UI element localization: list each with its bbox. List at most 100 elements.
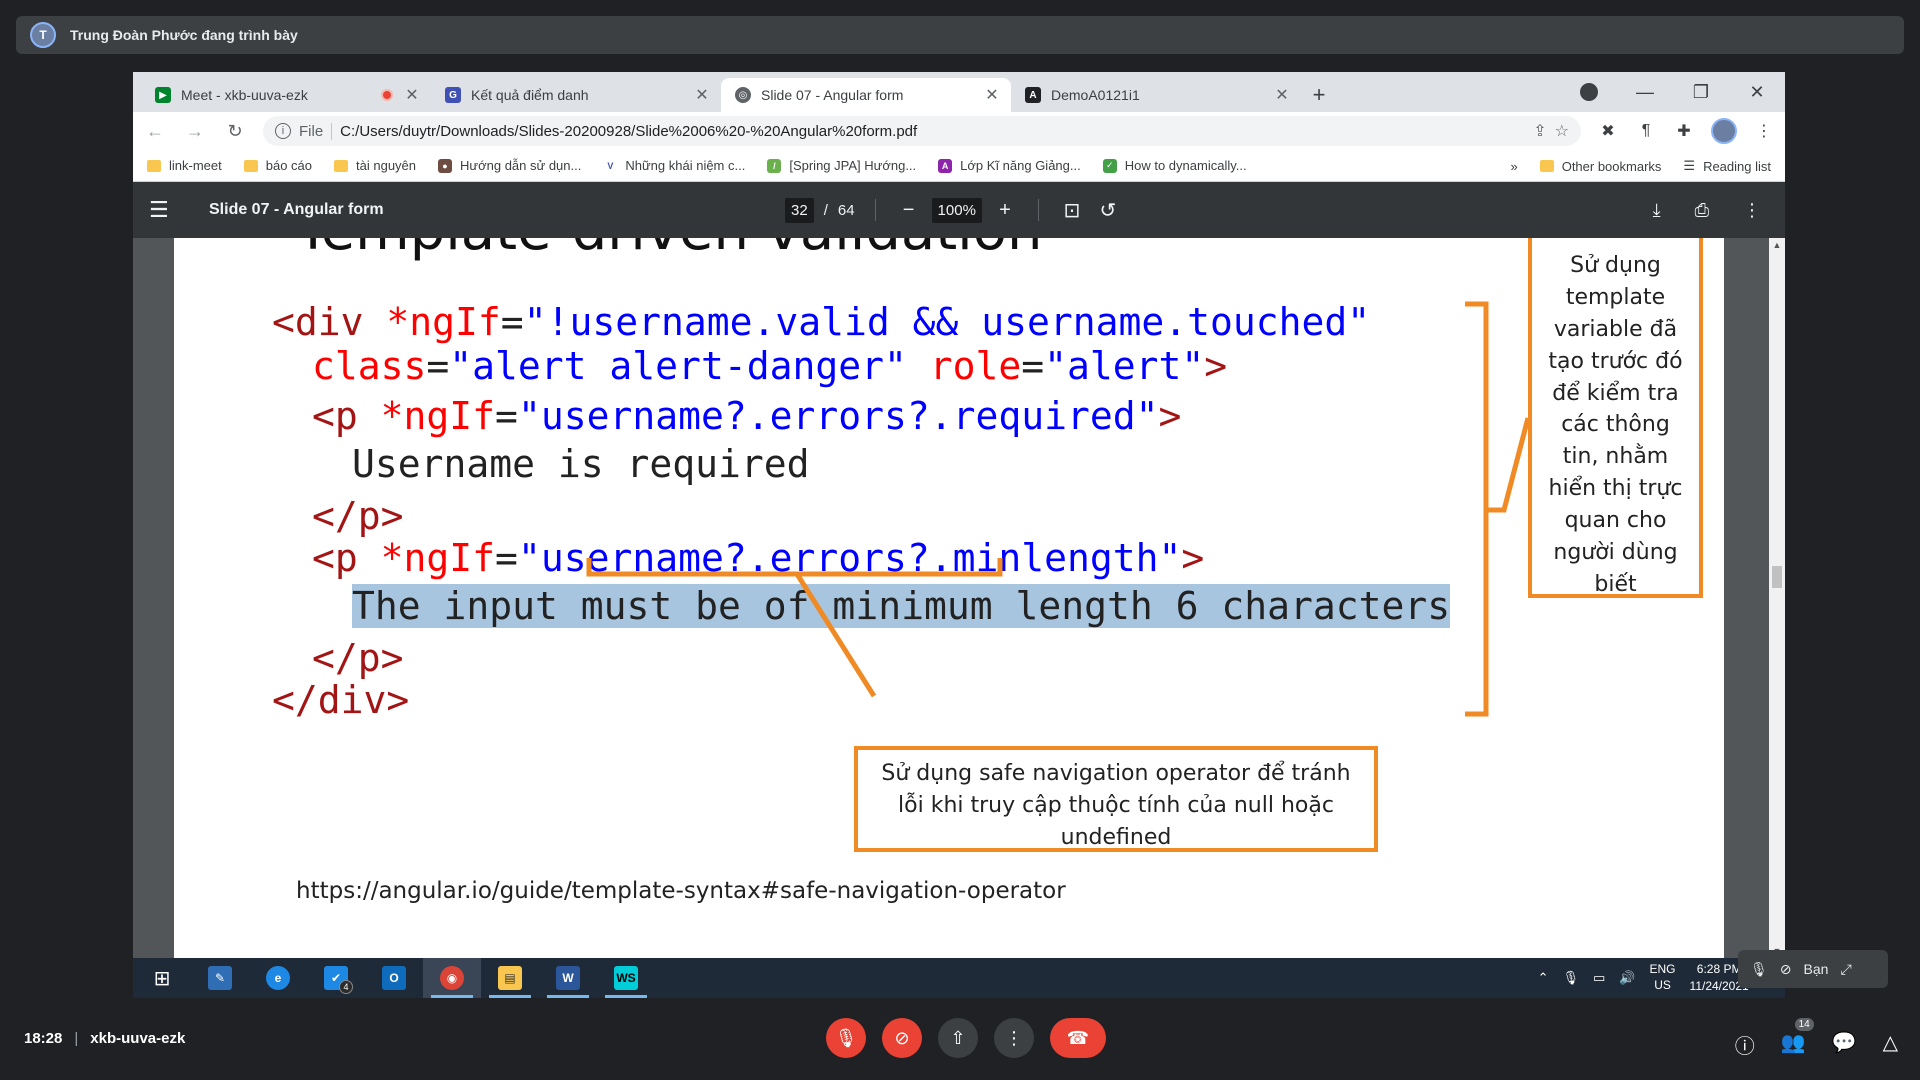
battery-icon[interactable]: ▭ bbox=[1593, 970, 1605, 986]
bookmark-khai-niem[interactable]: V Những khái niệm c... bbox=[603, 158, 745, 173]
tab-demo[interactable]: A DemoA0121i1 ✕ bbox=[1011, 78, 1301, 112]
language-indicator[interactable]: ENG US bbox=[1650, 962, 1676, 993]
zoom-level-input[interactable]: 100% bbox=[931, 197, 982, 223]
separator: | bbox=[74, 1030, 79, 1047]
present-button[interactable]: ⇧ bbox=[938, 1018, 978, 1058]
todo-icon[interactable]: ✔ 4 bbox=[307, 958, 365, 998]
chrome-icon[interactable]: ◉ bbox=[423, 958, 481, 998]
tab-attendance-results[interactable]: G Kết quả điểm danh ✕ bbox=[431, 78, 721, 112]
new-tab-button[interactable]: + bbox=[1301, 78, 1337, 112]
restore-icon[interactable]: ❐ bbox=[1673, 82, 1729, 103]
word-icon[interactable]: W bbox=[539, 958, 597, 998]
webstorm-icon[interactable]: WS bbox=[597, 958, 655, 998]
bookmark-label: Other bookmarks bbox=[1561, 158, 1662, 174]
info-icon[interactable]: ⓘ bbox=[1735, 1030, 1755, 1059]
profile-avatar[interactable] bbox=[1711, 118, 1737, 144]
tab-search-icon[interactable] bbox=[1580, 83, 1598, 101]
leave-call-button[interactable]: ☎ bbox=[1050, 1018, 1106, 1058]
zoom-out-icon[interactable]: − bbox=[896, 199, 922, 222]
volume-icon[interactable]: 🔊 bbox=[1619, 970, 1635, 986]
mic-toggle-button[interactable]: 🎙 bbox=[826, 1018, 866, 1058]
divider bbox=[1037, 199, 1039, 221]
outlook-icon[interactable]: O bbox=[365, 958, 423, 998]
info-icon[interactable]: i bbox=[275, 123, 291, 139]
camera-toggle-button[interactable]: ⊘ bbox=[882, 1018, 922, 1058]
chat-icon[interactable]: 💬 bbox=[1832, 1030, 1857, 1059]
more-options-button[interactable]: ⋮ bbox=[994, 1018, 1034, 1058]
url-text[interactable]: C:/Users/duytr/Downloads/Slides-20200928… bbox=[340, 123, 1525, 140]
minimize-icon[interactable]: — bbox=[1617, 82, 1673, 103]
scroll-up-icon[interactable]: ▲ bbox=[1769, 240, 1785, 250]
omnibox[interactable]: i File C:/Users/duytr/Downloads/Slides-2… bbox=[263, 116, 1581, 146]
more-bookmarks-chevron[interactable]: » bbox=[1510, 159, 1517, 174]
scrollbar-thumb[interactable] bbox=[1772, 566, 1782, 588]
bookmark-label: link-meet bbox=[169, 158, 222, 173]
meeting-info: 18:28 | xkb-uuva-ezk bbox=[24, 1030, 185, 1047]
bookmark-label: Hướng dẫn sử dụn... bbox=[460, 158, 582, 173]
bookmark-bao-cao[interactable]: báo cáo bbox=[243, 158, 312, 173]
microphone-icon[interactable]: 🎙 bbox=[1563, 970, 1580, 986]
bookmark-lop-ki-nang[interactable]: A Lớp Kĩ năng Giảng... bbox=[938, 158, 1081, 173]
tab-title: DemoA0121i1 bbox=[1051, 87, 1140, 103]
activities-icon[interactable]: △ bbox=[1883, 1030, 1898, 1059]
reading-list-icon: ☰ bbox=[1683, 158, 1696, 173]
back-icon[interactable]: ← bbox=[143, 121, 167, 142]
share-icon[interactable]: ⇪ bbox=[1533, 121, 1546, 141]
print-icon[interactable]: ⎙ bbox=[1695, 200, 1709, 221]
close-icon[interactable]: ✕ bbox=[983, 85, 1001, 105]
bookmark-spring-jpa[interactable]: / [Spring JPA] Hướng... bbox=[767, 158, 916, 173]
close-window-icon[interactable]: ✕ bbox=[1729, 82, 1785, 103]
self-view-tile[interactable]: 🎙 ⊘ Bạn ⤢ bbox=[1738, 950, 1888, 988]
site-icon: ● bbox=[438, 158, 453, 173]
people-button[interactable]: 👥 14 bbox=[1781, 1018, 1814, 1059]
folder-icon bbox=[334, 159, 349, 172]
pilcrow-extension-icon[interactable]: ¶ bbox=[1635, 122, 1657, 140]
pdf-page-zoom-controls: 32 / 64 − 100% + ⊡ ↺ bbox=[785, 182, 1121, 238]
reading-list[interactable]: ☰ Reading list bbox=[1683, 158, 1771, 174]
pen-app-icon[interactable]: ✎ bbox=[191, 958, 249, 998]
bookmark-label: How to dynamically... bbox=[1124, 158, 1247, 173]
bookmark-label: tài nguyên bbox=[356, 158, 417, 173]
zoom-in-icon[interactable]: + bbox=[992, 199, 1018, 222]
windows-start-icon[interactable]: ⊞ bbox=[133, 958, 191, 998]
address-bar: ← → ↻ i File C:/Users/duytr/Downloads/Sl… bbox=[133, 112, 1785, 150]
reload-icon[interactable]: ↻ bbox=[223, 121, 247, 142]
tab-title: Slide 07 - Angular form bbox=[761, 87, 904, 103]
extension-icon[interactable]: ✖ bbox=[1597, 121, 1619, 141]
participants-count-badge: 14 bbox=[1794, 1018, 1814, 1031]
more-options-icon[interactable]: ⋮ bbox=[1743, 200, 1761, 221]
pdf-scrollbar[interactable]: ▲ ▼ bbox=[1769, 238, 1785, 958]
close-icon[interactable]: ✕ bbox=[693, 85, 711, 105]
more-vert-icon: ⋮ bbox=[1005, 1027, 1023, 1048]
chevron-up-icon[interactable]: ⌃ bbox=[1538, 970, 1549, 986]
page-number-input[interactable]: 32 bbox=[785, 197, 814, 223]
presenter-bar: T Trung Đoàn Phước đang trình bày bbox=[16, 16, 1904, 54]
recording-icon bbox=[381, 89, 393, 101]
file-explorer-icon[interactable]: ▤ bbox=[481, 958, 539, 998]
tab-slide-07[interactable]: ◎ Slide 07 - Angular form ✕ bbox=[721, 78, 1011, 112]
bookmark-tai-nguyen[interactable]: tài nguyên bbox=[334, 158, 416, 173]
bookmark-label: Những khái niệm c... bbox=[625, 158, 746, 173]
tab-meet[interactable]: ▶ Meet - xkb-uuva-ezk ✕ bbox=[141, 78, 431, 112]
expand-icon[interactable]: ⤢ bbox=[1840, 961, 1851, 978]
bookmark-how-to[interactable]: ✓ How to dynamically... bbox=[1102, 158, 1247, 173]
bookmark-huong-dan[interactable]: ● Hướng dẫn sử dụn... bbox=[438, 158, 581, 173]
close-icon[interactable]: ✕ bbox=[1273, 85, 1291, 105]
edge-icon[interactable]: e bbox=[249, 958, 307, 998]
bookmark-star-icon[interactable]: ☆ bbox=[1555, 121, 1569, 141]
rotate-icon[interactable]: ↺ bbox=[1095, 198, 1121, 223]
download-icon[interactable]: ⤓ bbox=[1653, 200, 1661, 221]
puzzle-icon[interactable]: ✚ bbox=[1673, 121, 1695, 141]
pdf-viewport[interactable]: Template-driven validation <div *ngIf="!… bbox=[133, 238, 1785, 958]
page-separator: / bbox=[823, 201, 828, 219]
todo-badge: 4 bbox=[339, 980, 353, 994]
close-icon[interactable]: ✕ bbox=[403, 85, 421, 105]
divider bbox=[874, 199, 876, 221]
forward-icon[interactable]: → bbox=[183, 121, 207, 142]
fit-page-icon[interactable]: ⊡ bbox=[1059, 198, 1085, 223]
other-bookmarks[interactable]: Other bookmarks bbox=[1539, 158, 1662, 174]
bookmark-link-meet[interactable]: link-meet bbox=[147, 158, 222, 173]
tab-title: Kết quả điểm danh bbox=[471, 87, 589, 103]
hamburger-menu-icon[interactable]: ☰ bbox=[149, 197, 181, 223]
kebab-menu-icon[interactable]: ⋮ bbox=[1753, 121, 1775, 141]
